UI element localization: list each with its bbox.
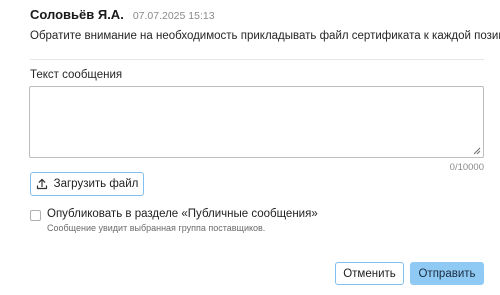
divider [30, 59, 484, 60]
send-button[interactable]: Отправить [410, 262, 484, 285]
cancel-button[interactable]: Отменить [335, 262, 404, 285]
comment-header: Соловьёв Я.А. 07.07.2025 15:13 [30, 7, 215, 22]
upload-icon [36, 178, 48, 190]
comment-author: Соловьёв Я.А. [30, 7, 124, 22]
upload-file-button[interactable]: Загрузить файл [30, 172, 144, 196]
message-text-label: Текст сообщения [30, 69, 123, 81]
publish-checkbox-hint: Сообщение увидит выбранная группа постав… [47, 223, 266, 233]
publish-checkbox[interactable] [30, 210, 41, 221]
comment-message: Обратите внимание на необходимость прикл… [30, 30, 500, 42]
publish-checkbox-label[interactable]: Опубликовать в разделе «Публичные сообще… [47, 208, 318, 220]
char-counter: 0/10000 [449, 162, 484, 173]
comment-timestamp: 07.07.2025 15:13 [132, 10, 215, 22]
message-textarea[interactable] [29, 86, 484, 158]
upload-file-label: Загрузить файл [53, 178, 139, 190]
resize-handle-icon[interactable] [473, 147, 481, 155]
